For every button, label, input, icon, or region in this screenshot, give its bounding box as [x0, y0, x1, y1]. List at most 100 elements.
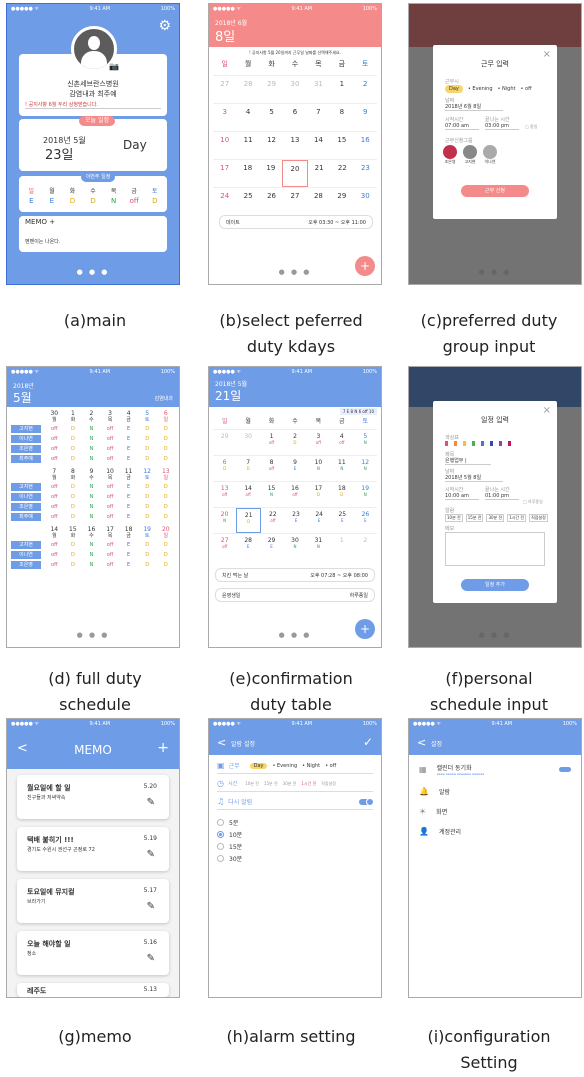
- edit-icon[interactable]: ✎: [147, 849, 155, 860]
- camera-icon[interactable]: 📷: [109, 62, 119, 71]
- calendar-day-cell[interactable]: 15 N: [260, 482, 283, 507]
- date-field[interactable]: 2018년 5월 8일: [445, 474, 503, 482]
- color-swatch[interactable]: [463, 441, 466, 446]
- calendar-day-cell[interactable]: 30: [236, 430, 259, 455]
- duty-value[interactable]: D: [144, 197, 165, 205]
- calendar-day-cell[interactable]: 8: [330, 104, 353, 131]
- memo-card[interactable]: 월요일에 할 일 친구들과 저녁약속 5.20 ✎: [17, 775, 169, 819]
- nurse-name[interactable]: 고지현: [11, 540, 41, 549]
- calendar-day-cell[interactable]: 21: [308, 160, 331, 187]
- calendar-day-cell[interactable]: 19 N: [354, 482, 377, 507]
- duty-option[interactable]: • Night: [498, 86, 516, 92]
- alarm-option[interactable]: 직접설정: [529, 514, 548, 522]
- calendar-day-cell[interactable]: 2D: [283, 430, 306, 455]
- duty-option[interactable]: • off: [521, 86, 532, 92]
- calendar-day-cell[interactable]: 20 N: [213, 508, 236, 533]
- calendar-day-cell[interactable]: 22: [331, 160, 354, 187]
- edit-icon[interactable]: ✎: [147, 953, 155, 964]
- group-member[interactable]: 고지현: [463, 145, 477, 165]
- calendar-day-cell[interactable]: 9: [354, 104, 377, 131]
- time-option[interactable]: 15분 전: [264, 781, 278, 787]
- calendar-day-cell[interactable]: 4 off: [330, 430, 353, 455]
- calendar-day-cell[interactable]: 12 N: [354, 456, 377, 481]
- duty-option[interactable]: • Evening: [272, 763, 297, 769]
- calendar-day-cell[interactable]: 5N: [354, 430, 377, 455]
- color-swatch[interactable]: [481, 441, 484, 446]
- memo-card[interactable]: 레주도 5.13: [17, 983, 169, 997]
- calendar-day-cell[interactable]: 11: [236, 132, 259, 159]
- memo-card[interactable]: 오늘 해야할 일 청소 5.16 ✎: [17, 931, 169, 975]
- submit-button[interactable]: 근무 신청: [461, 185, 529, 197]
- time-option[interactable]: 1시간 전: [301, 781, 316, 787]
- calendar-day-cell[interactable]: 21 D: [236, 508, 262, 533]
- nurse-name[interactable]: 최주예: [11, 512, 41, 521]
- calendar-day-cell[interactable]: 6D: [213, 456, 236, 481]
- calendar-day-cell[interactable]: 28: [307, 188, 330, 215]
- pref-event-card[interactable]: 데이트 오후 03:30 ~ 오후 11:00: [219, 215, 373, 229]
- calendar-day-cell[interactable]: 25: [236, 188, 259, 215]
- repeat-option[interactable]: 5분: [217, 816, 242, 828]
- calendar-day-cell[interactable]: 10: [213, 132, 236, 159]
- calendar-day-cell[interactable]: 1 off: [260, 430, 283, 455]
- color-swatch[interactable]: [508, 441, 511, 446]
- edit-icon[interactable]: ✎: [147, 901, 155, 912]
- start-time-field[interactable]: 10:00 am: [445, 493, 479, 500]
- calendar-day-cell[interactable]: 7: [307, 104, 330, 131]
- calendar-day-cell[interactable]: 13: [283, 132, 306, 159]
- nurse-name[interactable]: 조은영: [11, 560, 41, 569]
- alarm-option[interactable]: 10분 전: [445, 514, 463, 522]
- date-field[interactable]: 2018년 6월 8일: [445, 103, 503, 111]
- config-item[interactable]: 🔔 알람: [409, 781, 581, 801]
- calendar-day-cell[interactable]: 24 E: [308, 508, 331, 533]
- calendar-day-cell[interactable]: 26 E: [354, 508, 377, 533]
- calendar-day-cell[interactable]: 17: [213, 160, 236, 187]
- duty-value[interactable]: off: [124, 197, 145, 205]
- memo-card[interactable]: 택배 붙히기 !!! 경기도 수원시 권선구 곤정로 72 5.19 ✎: [17, 827, 169, 871]
- calendar-day-cell[interactable]: 17 D: [307, 482, 330, 507]
- calendar-day-cell[interactable]: 28 E: [236, 534, 259, 559]
- config-item[interactable]: ▦ 캘린더 동기화 ▪▪▪▪ ▪▪▪▪▪ ▪▪▪▪▪▪▪ ▪▪▪▪▪▪: [409, 757, 581, 781]
- toggle-switch[interactable]: [559, 766, 571, 772]
- config-item[interactable]: ☀ 화면: [409, 801, 581, 821]
- back-button[interactable]: <: [217, 736, 226, 749]
- start-time-field[interactable]: 07:00 am: [445, 123, 479, 130]
- nurse-name[interactable]: 조은영: [11, 444, 41, 453]
- memo-text[interactable]: 멘멘이는 나온다.: [25, 238, 60, 245]
- color-swatch[interactable]: [490, 441, 493, 446]
- duty-value[interactable]: D: [83, 197, 104, 205]
- calendar-day-cell[interactable]: 5: [260, 104, 283, 131]
- calendar-day-cell[interactable]: 30: [283, 76, 306, 103]
- group-member[interactable]: 조은영: [443, 145, 457, 165]
- repeat-toggle[interactable]: [359, 797, 374, 806]
- duty-option[interactable]: • Evening: [468, 86, 493, 92]
- confirm-button[interactable]: ✓: [363, 735, 373, 749]
- calendar-day-cell[interactable]: 2: [354, 534, 377, 559]
- calendar-day-cell[interactable]: 10 N: [307, 456, 330, 481]
- end-time-field[interactable]: 01:00 pm: [485, 493, 519, 500]
- repeat-option[interactable]: 30분: [217, 852, 242, 864]
- duty-value[interactable]: D: [62, 197, 83, 205]
- event-card[interactable]: 윤영생일 하루종일: [215, 588, 375, 602]
- calendar-day-cell[interactable]: 8 off: [260, 456, 283, 481]
- calendar-day-cell[interactable]: 23: [354, 160, 377, 187]
- calendar-day-cell[interactable]: 29 E: [260, 534, 283, 559]
- calendar-day-cell[interactable]: 30 N: [283, 534, 306, 559]
- event-card[interactable]: 치킨 먹는 날 오후 07:28 ~ 오후 08:00: [215, 568, 375, 582]
- calendar-day-cell[interactable]: 1: [330, 534, 353, 559]
- nurse-name[interactable]: 이나연: [11, 492, 41, 501]
- calendar-day-cell[interactable]: 2: [354, 76, 377, 103]
- edit-icon[interactable]: ✎: [147, 797, 155, 808]
- calendar-day-cell[interactable]: 3 off: [307, 430, 330, 455]
- color-swatch[interactable]: [499, 441, 502, 446]
- calendar-day-cell[interactable]: 3: [213, 104, 236, 131]
- calendar-day-cell[interactable]: 29: [213, 430, 236, 455]
- calendar-day-cell[interactable]: 14: [307, 132, 330, 159]
- duty-value[interactable]: N: [103, 197, 124, 205]
- time-option[interactable]: 직접설정: [321, 781, 336, 787]
- calendar-day-cell[interactable]: 20: [282, 160, 308, 187]
- close-icon[interactable]: ×: [543, 405, 551, 416]
- calendar-day-cell[interactable]: 29: [330, 188, 353, 215]
- calendar-day-cell[interactable]: 27: [213, 76, 236, 103]
- time-option[interactable]: 30분 전: [283, 781, 297, 787]
- add-memo-button[interactable]: +: [157, 740, 169, 756]
